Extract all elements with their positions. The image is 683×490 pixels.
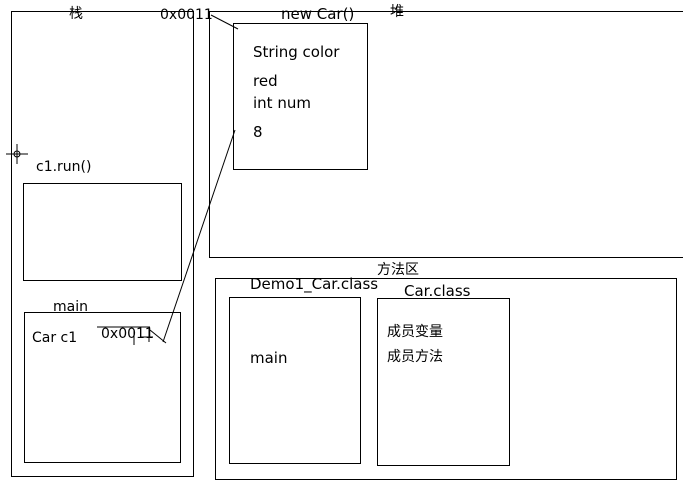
demo-class-label: Demo1_Car.class xyxy=(250,275,379,293)
car-object-field-num: int num xyxy=(253,94,311,112)
car-class-member-variables: 成员变量 xyxy=(387,324,443,340)
car-class-label: Car.class xyxy=(404,282,471,300)
heap-object-address: 0x0011 xyxy=(160,7,213,23)
heap-object-label: new Car() xyxy=(281,5,355,23)
main-frame-reference: 0x0011 xyxy=(101,326,154,342)
run-frame-label: c1.run() xyxy=(36,159,92,175)
car-object-value-num: 8 xyxy=(253,123,263,141)
car-object-field-color: String color xyxy=(253,43,340,61)
method-area-title: 方法区 xyxy=(377,262,419,278)
demo-class-member-main: main xyxy=(250,349,288,367)
main-frame-variable: Car c1 xyxy=(32,330,78,346)
car-class-member-methods: 成员方法 xyxy=(387,349,443,365)
stack-title: 栈 xyxy=(69,6,83,22)
demo-class-box xyxy=(229,297,361,464)
heap-title: 堆 xyxy=(390,4,404,20)
run-frame xyxy=(23,183,182,281)
car-object-value-color: red xyxy=(253,72,278,90)
